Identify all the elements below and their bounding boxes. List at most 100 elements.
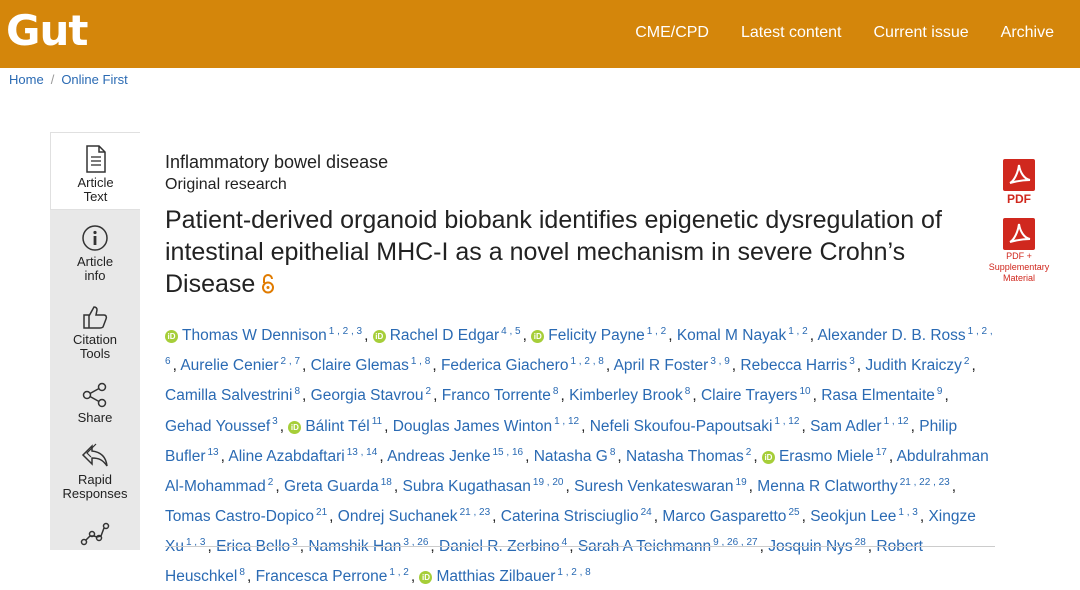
- author-name[interactable]: Claire Trayers: [701, 387, 797, 404]
- author-affiliation[interactable]: 24: [641, 507, 652, 518]
- author-affiliation[interactable]: 21: [316, 507, 327, 518]
- author-name[interactable]: Nefeli Skoufou-Papoutsaki: [590, 418, 773, 435]
- author-name[interactable]: April R Foster: [614, 357, 709, 374]
- author-affiliation[interactable]: 1 , 2: [389, 567, 408, 578]
- author-name[interactable]: Bálint Tél: [305, 418, 369, 435]
- author-name[interactable]: Aurelie Cenier: [180, 357, 278, 374]
- author-affiliation[interactable]: 13 , 14: [347, 447, 378, 458]
- author-affiliation[interactable]: 11: [372, 416, 382, 427]
- author-affiliation[interactable]: 1 , 12: [884, 416, 909, 427]
- sidebar-item-article-text[interactable]: Article Text: [50, 132, 140, 210]
- orcid-icon[interactable]: iD: [165, 330, 178, 344]
- nav-archive[interactable]: Archive: [1001, 24, 1054, 42]
- author-affiliation[interactable]: 4 , 5: [501, 326, 520, 337]
- author-affiliation[interactable]: 2: [426, 386, 432, 397]
- sidebar-item-share[interactable]: Share: [50, 382, 140, 425]
- author-affiliation[interactable]: 19: [736, 477, 747, 488]
- author-name[interactable]: Komal M Nayak: [677, 327, 786, 344]
- author-name[interactable]: Menna R Clatworthy: [757, 478, 897, 495]
- author-affiliation[interactable]: 15 , 16: [492, 447, 523, 458]
- breadcrumb-online-first[interactable]: Online First: [61, 72, 127, 87]
- author-name[interactable]: Sam Adler: [810, 418, 882, 435]
- author-name[interactable]: Thomas W Dennison: [182, 327, 327, 344]
- orcid-icon[interactable]: iD: [761, 450, 775, 464]
- author-affiliation[interactable]: 2: [964, 356, 970, 367]
- sidebar-item-citation-tools[interactable]: Citation Tools: [50, 304, 140, 361]
- article-category[interactable]: Inflammatory bowel disease: [165, 152, 995, 173]
- author-affiliation[interactable]: 18: [381, 477, 392, 488]
- author-affiliation[interactable]: 1 , 12: [554, 416, 579, 427]
- site-logo[interactable]: Gut: [6, 6, 88, 55]
- author-name[interactable]: Federica Giachero: [441, 357, 569, 374]
- orcid-icon[interactable]: iD: [372, 330, 386, 344]
- orcid-icon[interactable]: iD: [419, 571, 433, 585]
- author-name[interactable]: Douglas James Winton: [393, 418, 552, 435]
- author-name[interactable]: Tomas Castro-Dopico: [165, 508, 314, 525]
- sidebar-item-article-info[interactable]: Article info: [50, 224, 140, 283]
- author-name[interactable]: Marco Gasparetto: [662, 508, 786, 525]
- author-affiliation[interactable]: 3: [849, 356, 855, 367]
- author-name[interactable]: Seokjun Lee: [810, 508, 896, 525]
- author-affiliation[interactable]: 1 , 3: [898, 507, 917, 518]
- nav-current-issue[interactable]: Current issue: [873, 24, 968, 42]
- author-name[interactable]: Andreas Jenke: [387, 448, 490, 465]
- author-name[interactable]: Rachel D Edgar: [390, 327, 499, 344]
- author-affiliation[interactable]: 1 , 2: [788, 326, 807, 337]
- author-name[interactable]: Camilla Salvestrini: [165, 387, 292, 404]
- author-name[interactable]: Greta Guarda: [284, 478, 379, 495]
- author-affiliation[interactable]: 8: [685, 386, 691, 397]
- author-name[interactable]: Francesca Perrone: [256, 568, 388, 585]
- author-name[interactable]: Aline Azabdaftari: [228, 448, 344, 465]
- author-name[interactable]: Natasha Thomas: [626, 448, 744, 465]
- author-affiliation[interactable]: 9: [937, 386, 943, 397]
- author-name[interactable]: Rasa Elmentaite: [821, 387, 935, 404]
- author-affiliation[interactable]: 2: [746, 447, 752, 458]
- author-name[interactable]: Franco Torrente: [442, 387, 551, 404]
- author-affiliation[interactable]: 1 , 2 , 3: [329, 326, 362, 337]
- author-name[interactable]: Kimberley Brook: [569, 387, 683, 404]
- author-name[interactable]: Judith Kraiczy: [865, 357, 961, 374]
- author-affiliation[interactable]: 19 , 20: [533, 477, 564, 488]
- author-affiliation[interactable]: 1 , 2 , 8: [570, 356, 603, 367]
- author-affiliation[interactable]: 1 , 2 , 8: [557, 567, 590, 578]
- author-affiliation[interactable]: 8: [294, 386, 300, 397]
- nav-latest-content[interactable]: Latest content: [741, 24, 842, 42]
- author-affiliation[interactable]: 25: [788, 507, 799, 518]
- pdf-supplementary-download[interactable]: PDF + Supplementary Material: [986, 217, 1052, 284]
- nav-cme-cpd[interactable]: CME/CPD: [635, 24, 709, 42]
- orcid-icon[interactable]: iD: [288, 420, 302, 434]
- author-name[interactable]: Alexander D. B. Ross: [817, 327, 965, 344]
- orcid-icon[interactable]: iD: [531, 330, 545, 344]
- author-affiliation[interactable]: 2: [268, 477, 274, 488]
- author-name[interactable]: Natasha G: [534, 448, 608, 465]
- breadcrumb-home[interactable]: Home: [9, 72, 44, 87]
- author-name[interactable]: Gehad Youssef: [165, 418, 270, 435]
- author-affiliation[interactable]: 3: [272, 416, 278, 427]
- author-name[interactable]: Erasmo Miele: [779, 448, 874, 465]
- author-name[interactable]: Claire Glemas: [311, 357, 409, 374]
- sidebar-item-rapid-responses[interactable]: Rapid Responses: [50, 442, 140, 501]
- author-affiliation[interactable]: 2 , 7: [281, 356, 300, 367]
- author-affiliation[interactable]: 8: [610, 447, 616, 458]
- author-name[interactable]: Ondrej Suchanek: [338, 508, 458, 525]
- author-affiliation[interactable]: 21 , 23: [460, 507, 491, 518]
- author-affiliation[interactable]: 1 , 2: [647, 326, 666, 337]
- author-affiliation[interactable]: 10: [799, 386, 810, 397]
- author-name[interactable]: Subra Kugathasan: [403, 478, 531, 495]
- author-name[interactable]: Felicity Payne: [548, 327, 644, 344]
- author-affiliation[interactable]: 17: [876, 447, 887, 458]
- author-affiliation[interactable]: 8: [553, 386, 559, 397]
- author-name[interactable]: Caterina Strisciuglio: [501, 508, 639, 525]
- author-name[interactable]: Matthias Zilbauer: [436, 568, 555, 585]
- pdf-download[interactable]: PDF: [986, 158, 1052, 206]
- author-affiliation[interactable]: 1 , 8: [411, 356, 430, 367]
- author-affiliation[interactable]: 3 , 9: [710, 356, 729, 367]
- author-name[interactable]: Suresh Venkateswaran: [574, 478, 733, 495]
- author-affiliation[interactable]: 1 , 12: [774, 416, 799, 427]
- author-affiliation[interactable]: 8: [239, 567, 245, 578]
- author-name[interactable]: Georgia Stavrou: [311, 387, 424, 404]
- author-affiliation[interactable]: 21 , 22 , 23: [900, 477, 950, 488]
- sidebar-item-metrics[interactable]: [50, 518, 140, 549]
- author-name[interactable]: Rebecca Harris: [740, 357, 847, 374]
- author-affiliation[interactable]: 13: [208, 447, 219, 458]
